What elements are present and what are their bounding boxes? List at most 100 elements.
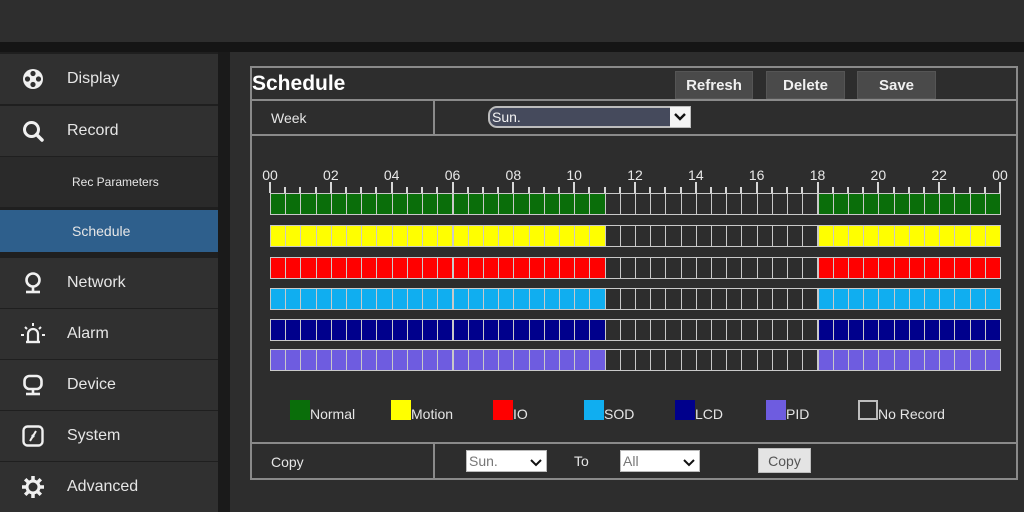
schedule-cell-recorded[interactable] [908, 319, 925, 341]
schedule-cell-empty[interactable] [741, 225, 758, 247]
schedule-cell-recorded[interactable] [923, 288, 941, 310]
schedule-cell-empty[interactable] [741, 257, 758, 279]
schedule-cell-recorded[interactable] [847, 225, 865, 247]
schedule-cell-recorded[interactable] [513, 225, 530, 247]
schedule-cell-empty[interactable] [619, 225, 636, 247]
schedule-cell-recorded[interactable] [589, 257, 606, 279]
sidebar-item-display[interactable]: Display [0, 54, 218, 104]
schedule-cell-recorded[interactable] [376, 225, 393, 247]
schedule-cell-recorded[interactable] [589, 288, 606, 310]
schedule-cell-recorded[interactable] [315, 349, 332, 371]
schedule-cell-recorded[interactable] [543, 193, 560, 215]
schedule-row-sod[interactable] [270, 288, 1001, 310]
schedule-cell-recorded[interactable] [558, 319, 576, 341]
schedule-cell-empty[interactable] [711, 319, 728, 341]
schedule-cell-recorded[interactable] [817, 319, 834, 341]
schedule-cell-empty[interactable] [787, 288, 804, 310]
schedule-cell-empty[interactable] [726, 319, 743, 341]
schedule-cell-recorded[interactable] [391, 257, 408, 279]
schedule-cell-recorded[interactable] [832, 319, 849, 341]
schedule-cell-recorded[interactable] [558, 193, 576, 215]
schedule-cell-recorded[interactable] [422, 319, 439, 341]
schedule-cell-empty[interactable] [741, 193, 758, 215]
schedule-cell-recorded[interactable] [498, 193, 515, 215]
schedule-cell-recorded[interactable] [285, 319, 302, 341]
schedule-row-lcd[interactable] [270, 319, 1001, 341]
schedule-cell-empty[interactable] [726, 349, 743, 371]
schedule-cell-empty[interactable] [711, 225, 728, 247]
schedule-cell-recorded[interactable] [391, 319, 408, 341]
schedule-cell-recorded[interactable] [954, 349, 971, 371]
schedule-cell-recorded[interactable] [422, 288, 439, 310]
schedule-cell-empty[interactable] [695, 319, 713, 341]
schedule-cell-empty[interactable] [604, 257, 621, 279]
sidebar-subitem-rec-parameters[interactable]: Rec Parameters [0, 157, 218, 207]
schedule-cell-recorded[interactable] [361, 257, 378, 279]
schedule-cell-empty[interactable] [665, 225, 682, 247]
schedule-cell-empty[interactable] [741, 349, 758, 371]
schedule-cell-recorded[interactable] [528, 225, 545, 247]
schedule-cell-recorded[interactable] [908, 349, 925, 371]
schedule-cell-recorded[interactable] [939, 225, 956, 247]
schedule-cell-recorded[interactable] [300, 288, 317, 310]
schedule-cell-recorded[interactable] [406, 349, 424, 371]
schedule-cell-recorded[interactable] [346, 288, 363, 310]
schedule-cell-recorded[interactable] [832, 257, 849, 279]
schedule-cell-recorded[interactable] [482, 319, 500, 341]
schedule-cell-recorded[interactable] [391, 225, 408, 247]
schedule-cell-recorded[interactable] [528, 288, 545, 310]
schedule-cell-recorded[interactable] [847, 319, 865, 341]
schedule-cell-recorded[interactable] [817, 288, 834, 310]
schedule-cell-recorded[interactable] [817, 193, 834, 215]
schedule-cell-recorded[interactable] [376, 319, 393, 341]
schedule-cell-empty[interactable] [711, 288, 728, 310]
schedule-cell-recorded[interactable] [406, 193, 424, 215]
schedule-cell-empty[interactable] [635, 319, 652, 341]
schedule-cell-empty[interactable] [619, 288, 636, 310]
schedule-cell-recorded[interactable] [984, 193, 1001, 215]
schedule-cell-empty[interactable] [650, 193, 667, 215]
schedule-cell-recorded[interactable] [285, 349, 302, 371]
schedule-cell-recorded[interactable] [513, 288, 530, 310]
schedule-cell-empty[interactable] [756, 288, 773, 310]
schedule-cell-recorded[interactable] [574, 225, 591, 247]
copy-from-select[interactable]: Sun. [466, 450, 547, 472]
schedule-cell-recorded[interactable] [939, 257, 956, 279]
schedule-cell-recorded[interactable] [498, 225, 515, 247]
schedule-cell-empty[interactable] [756, 225, 773, 247]
schedule-cell-recorded[interactable] [817, 257, 834, 279]
schedule-cell-empty[interactable] [635, 349, 652, 371]
schedule-cell-recorded[interactable] [361, 288, 378, 310]
schedule-cell-empty[interactable] [771, 288, 789, 310]
sidebar-item-device[interactable]: Device [0, 360, 218, 410]
schedule-cell-recorded[interactable] [315, 319, 332, 341]
schedule-row-motion[interactable] [270, 225, 1001, 247]
refresh-button[interactable]: Refresh [675, 71, 753, 99]
schedule-cell-empty[interactable] [711, 349, 728, 371]
schedule-cell-recorded[interactable] [878, 257, 895, 279]
schedule-cell-empty[interactable] [604, 319, 621, 341]
schedule-cell-recorded[interactable] [893, 319, 910, 341]
schedule-cell-empty[interactable] [680, 225, 697, 247]
schedule-cell-recorded[interactable] [452, 225, 469, 247]
schedule-cell-recorded[interactable] [270, 349, 287, 371]
schedule-cell-recorded[interactable] [558, 225, 576, 247]
schedule-cell-recorded[interactable] [939, 349, 956, 371]
schedule-cell-recorded[interactable] [361, 225, 378, 247]
schedule-cell-recorded[interactable] [969, 319, 986, 341]
schedule-cell-recorded[interactable] [315, 288, 332, 310]
schedule-cell-empty[interactable] [756, 319, 773, 341]
schedule-cell-recorded[interactable] [574, 257, 591, 279]
schedule-cell-recorded[interactable] [863, 288, 880, 310]
schedule-cell-recorded[interactable] [376, 257, 393, 279]
schedule-cell-empty[interactable] [711, 193, 728, 215]
schedule-cell-empty[interactable] [665, 193, 682, 215]
schedule-cell-recorded[interactable] [954, 257, 971, 279]
schedule-cell-recorded[interactable] [330, 193, 348, 215]
schedule-cell-recorded[interactable] [330, 288, 348, 310]
schedule-cell-recorded[interactable] [361, 319, 378, 341]
schedule-cell-empty[interactable] [802, 319, 819, 341]
schedule-cell-recorded[interactable] [467, 193, 484, 215]
schedule-cell-recorded[interactable] [285, 257, 302, 279]
schedule-cell-recorded[interactable] [908, 225, 925, 247]
